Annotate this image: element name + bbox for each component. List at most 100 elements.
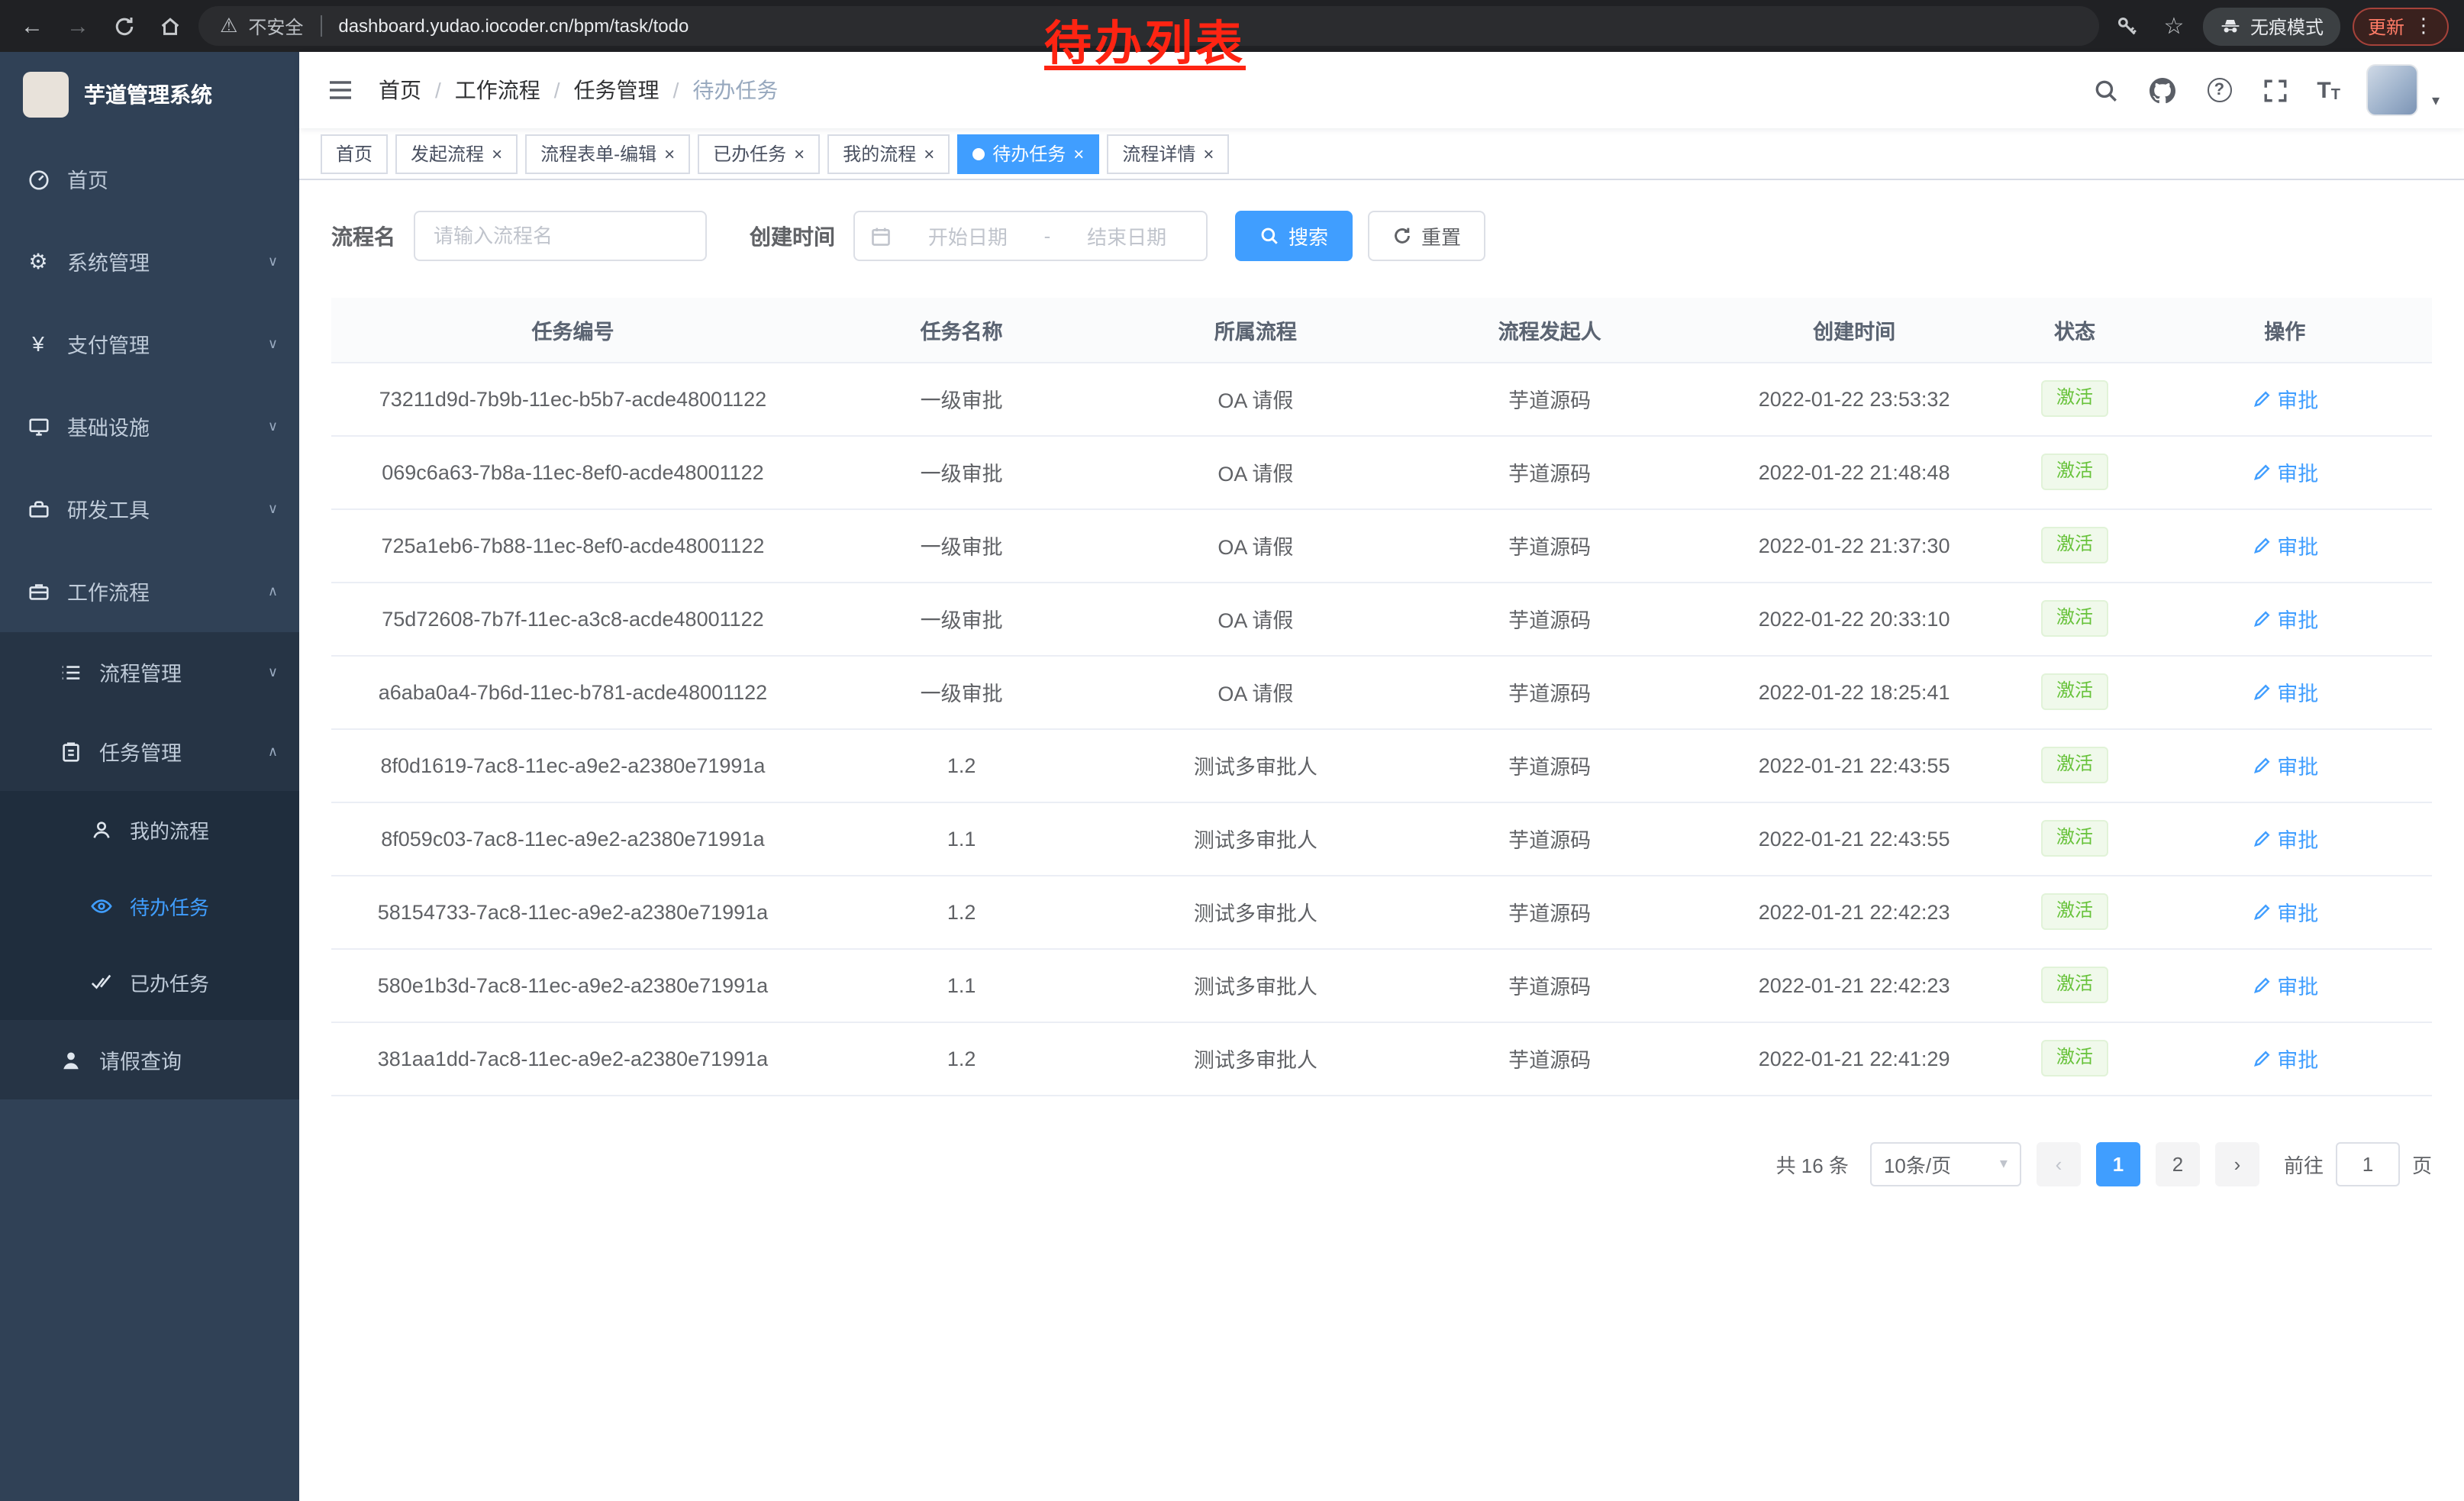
refresh-icon[interactable] bbox=[107, 9, 140, 43]
date-range-picker[interactable]: 开始日期 - 结束日期 bbox=[853, 211, 1208, 261]
tab[interactable]: 发起流程 × bbox=[395, 134, 518, 173]
table-row: 069c6a63-7b8a-11ec-8ef0-acde48001122 一级审… bbox=[331, 435, 2432, 508]
cell-task-id: 8f059c03-7ac8-11ec-a9e2-a2380e71991a bbox=[331, 802, 814, 875]
process-name-label: 流程名 bbox=[331, 221, 395, 251]
clipboard-icon bbox=[58, 739, 82, 763]
close-icon[interactable]: × bbox=[492, 144, 502, 163]
screen: ← → ⚠ 不安全 dashboard.yudao.iocoder.cn/bpm… bbox=[0, 0, 2464, 1501]
url-bar[interactable]: ⚠ 不安全 dashboard.yudao.iocoder.cn/bpm/tas… bbox=[198, 6, 2099, 46]
chevron-down-icon[interactable]: ▾ bbox=[2432, 93, 2440, 116]
sidebar-item-leave-query[interactable]: 请假查询 bbox=[0, 1020, 299, 1099]
sidebar-item-done-tasks[interactable]: 已办任务 bbox=[0, 944, 299, 1020]
font-size-icon[interactable]: TT bbox=[2317, 77, 2340, 103]
tab[interactable]: 流程详情 × bbox=[1107, 134, 1229, 173]
home-icon[interactable] bbox=[153, 9, 186, 43]
pencil-icon bbox=[2251, 902, 2271, 922]
approve-link[interactable]: 审批 bbox=[2251, 1043, 2318, 1073]
approve-link[interactable]: 审批 bbox=[2251, 750, 2318, 780]
hamburger-icon[interactable] bbox=[324, 73, 357, 107]
approve-link[interactable]: 审批 bbox=[2251, 603, 2318, 634]
total-count: 共 16 条 bbox=[1776, 1149, 1849, 1178]
tab[interactable]: 已办任务 × bbox=[698, 134, 820, 173]
cell-process: OA 请假 bbox=[1108, 655, 1402, 728]
tab[interactable]: 我的流程 × bbox=[827, 134, 950, 173]
cell-task-name: 一级审批 bbox=[814, 508, 1108, 582]
sidebar-item-payment[interactable]: ¥ 支付管理 ∨ bbox=[0, 302, 299, 385]
sidebar-item-infrastructure[interactable]: 基础设施 ∨ bbox=[0, 385, 299, 467]
back-icon[interactable]: ← bbox=[15, 9, 49, 43]
close-icon[interactable]: × bbox=[1073, 144, 1084, 163]
key-icon[interactable] bbox=[2111, 9, 2145, 43]
page-size-select[interactable]: 10条/页 ▾ bbox=[1870, 1141, 2021, 1186]
fullscreen-icon[interactable] bbox=[2260, 75, 2291, 105]
tab-label: 已办任务 bbox=[713, 140, 786, 166]
sidebar-item-process-management[interactable]: 流程管理 ∨ bbox=[0, 632, 299, 712]
star-icon[interactable]: ☆ bbox=[2157, 9, 2191, 43]
approve-link[interactable]: 审批 bbox=[2251, 676, 2318, 707]
close-icon[interactable]: × bbox=[664, 144, 675, 163]
sidebar-item-workflow[interactable]: 工作流程 ∧ bbox=[0, 550, 299, 632]
toolbox-icon bbox=[26, 496, 50, 521]
breadcrumb-task-management[interactable]: 任务管理 bbox=[574, 75, 660, 105]
close-icon[interactable]: × bbox=[794, 144, 805, 163]
app-shell: 芋道管理系统 首页 ⚙ 系统管理 ∨ ¥ 支付管理 ∨ bbox=[0, 52, 2464, 1501]
chevron-down-icon: ∨ bbox=[268, 500, 278, 517]
sidebar-item-devtools[interactable]: 研发工具 ∨ bbox=[0, 467, 299, 550]
page-button-1[interactable]: 1 bbox=[2096, 1141, 2140, 1186]
tab[interactable]: 待办任务 × bbox=[957, 134, 1099, 173]
cell-initiator: 芋道源码 bbox=[1402, 435, 1696, 508]
approve-link[interactable]: 审批 bbox=[2251, 823, 2318, 854]
cell-process: OA 请假 bbox=[1108, 508, 1402, 582]
prev-page-button[interactable]: ‹ bbox=[2037, 1141, 2081, 1186]
sidebar-item-my-process[interactable]: 我的流程 bbox=[0, 791, 299, 867]
breadcrumb-workflow[interactable]: 工作流程 bbox=[455, 75, 540, 105]
approve-link[interactable]: 审批 bbox=[2251, 530, 2318, 560]
status-badge: 激活 bbox=[2041, 527, 2108, 563]
sidebar-item-task-management[interactable]: 任务管理 ∧ bbox=[0, 712, 299, 791]
warning-icon: ⚠ bbox=[220, 14, 237, 38]
cell-initiator: 芋道源码 bbox=[1402, 508, 1696, 582]
sidebar-item-todo-tasks[interactable]: 待办任务 bbox=[0, 867, 299, 944]
menu-dots-icon[interactable]: ⋮ bbox=[2414, 14, 2433, 38]
approve-link[interactable]: 审批 bbox=[2251, 896, 2318, 927]
page-button-2[interactable]: 2 bbox=[2156, 1141, 2200, 1186]
cell-task-name: 一级审批 bbox=[814, 435, 1108, 508]
cell-process: OA 请假 bbox=[1108, 582, 1402, 655]
approve-link[interactable]: 审批 bbox=[2251, 970, 2318, 1000]
github-icon[interactable] bbox=[2147, 75, 2178, 105]
top-navbar: 首页 / 工作流程 / 任务管理 / 待办任务 ? bbox=[299, 52, 2464, 128]
logo-rabbit-icon bbox=[23, 72, 69, 118]
forward-icon[interactable]: → bbox=[61, 9, 95, 43]
status-badge: 激活 bbox=[2041, 380, 2108, 416]
close-icon[interactable]: × bbox=[1203, 144, 1214, 163]
close-icon[interactable]: × bbox=[924, 144, 934, 163]
cell-task-id: 73211d9d-7b9b-11ec-b5b7-acde48001122 bbox=[331, 362, 814, 435]
search-button[interactable]: 搜索 bbox=[1235, 211, 1353, 261]
approve-link[interactable]: 审批 bbox=[2251, 383, 2318, 414]
next-page-button[interactable]: › bbox=[2215, 1141, 2259, 1186]
table-row: 58154733-7ac8-11ec-a9e2-a2380e71991a 1.2… bbox=[331, 875, 2432, 948]
status-badge: 激活 bbox=[2041, 747, 2108, 783]
approve-link[interactable]: 审批 bbox=[2251, 457, 2318, 487]
pencil-icon bbox=[2251, 608, 2271, 628]
user-avatar[interactable] bbox=[2366, 64, 2418, 116]
tab[interactable]: 流程表单-编辑 × bbox=[525, 134, 690, 173]
sidebar-item-home[interactable]: 首页 bbox=[0, 137, 299, 220]
status-badge: 激活 bbox=[2041, 820, 2108, 856]
breadcrumb-home[interactable]: 首页 bbox=[379, 75, 421, 105]
tab[interactable]: 首页 × bbox=[321, 134, 388, 173]
app-logo[interactable]: 芋道管理系统 bbox=[0, 52, 299, 137]
table-header-row: 任务编号 任务名称 所属流程 流程发起人 创建时间 状态 操作 bbox=[331, 298, 2432, 362]
col-header-initiator: 流程发起人 bbox=[1402, 298, 1696, 362]
cell-initiator: 芋道源码 bbox=[1402, 582, 1696, 655]
sidebar-item-system[interactable]: ⚙ 系统管理 ∨ bbox=[0, 220, 299, 302]
goto-page-input[interactable] bbox=[2336, 1141, 2400, 1186]
update-button[interactable]: 更新 ⋮ bbox=[2353, 7, 2449, 45]
search-icon[interactable] bbox=[2091, 75, 2121, 105]
chevron-down-icon: ∨ bbox=[268, 418, 278, 434]
help-icon[interactable]: ? bbox=[2204, 75, 2234, 105]
reset-button[interactable]: 重置 bbox=[1368, 211, 1485, 261]
status-badge: 激活 bbox=[2041, 893, 2108, 929]
cell-task-id: 75d72608-7b7f-11ec-a3c8-acde48001122 bbox=[331, 582, 814, 655]
process-name-input[interactable] bbox=[414, 211, 707, 261]
